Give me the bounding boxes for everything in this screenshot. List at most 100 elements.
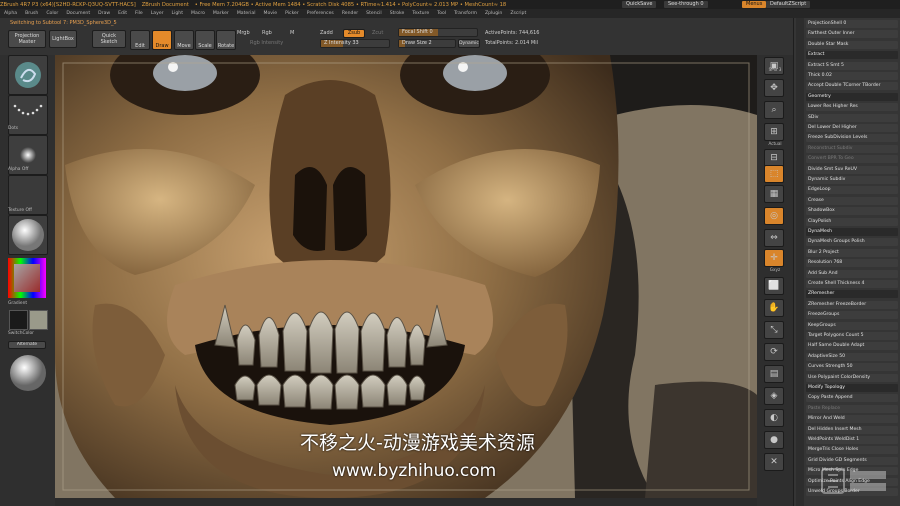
palette-row[interactable]: Convert BPR To Geo	[806, 155, 898, 164]
palette-row[interactable]: Freeze SubDivision Levels	[806, 134, 898, 143]
menu-macro[interactable]: Macro	[191, 11, 205, 16]
palette-row[interactable]: Curves Strength 50	[806, 363, 898, 372]
dynamic-toggle[interactable]: Dynamic	[458, 39, 480, 48]
palette-row[interactable]: ZRemesher FreezeBorder	[806, 300, 898, 309]
see-through-slider[interactable]: See-through 0	[664, 1, 708, 8]
palette-row[interactable]: SDiv	[806, 113, 898, 122]
menu-stroke[interactable]: Stroke	[390, 11, 405, 16]
palette-row[interactable]: Half Same Double Adapt	[806, 342, 898, 351]
palette-row[interactable]: FreezeGroups	[806, 311, 898, 320]
menu-tool[interactable]: Tool	[437, 11, 446, 16]
palette-row[interactable]: Mirror And Weld	[806, 415, 898, 424]
draw-size-slider[interactable]: Draw Size 2	[398, 39, 456, 48]
palette-row[interactable]: Target Polygons Count 5	[806, 332, 898, 340]
actual-button[interactable]: ⊞	[764, 123, 784, 141]
menus-button[interactable]: Menus	[742, 1, 767, 8]
palette-row[interactable]: Reconstruct Subdiv	[806, 144, 898, 153]
menu-render[interactable]: Render	[342, 11, 358, 16]
palette-row[interactable]: Blur 2 Project	[806, 248, 898, 257]
palette-row[interactable]: Extract S Smt 5	[806, 61, 898, 70]
palette-row[interactable]: Crease	[806, 196, 898, 205]
menu-picker[interactable]: Picker	[285, 11, 299, 16]
m-toggle[interactable]: M	[290, 30, 294, 36]
palette-row[interactable]: MergeTris Close Holes	[806, 446, 898, 455]
scale-button[interactable]: Scale	[195, 30, 215, 50]
menu-alpha[interactable]: Alpha	[4, 11, 17, 16]
palette-row[interactable]: Lower Res Higher Res	[806, 103, 898, 112]
menu-layer[interactable]: Layer	[151, 11, 164, 16]
mrgb-toggle[interactable]: Mrgb	[237, 30, 250, 36]
menu-document[interactable]: Document	[66, 11, 90, 16]
palette-row[interactable]: Dynamic Subdiv	[806, 176, 898, 184]
transp-button[interactable]: ◐	[764, 409, 784, 427]
palette-row[interactable]: Farthest Outer Inner	[806, 30, 898, 39]
menu-brush[interactable]: Brush	[25, 11, 38, 16]
focal-shift-slider[interactable]: Focal Shift 0	[398, 28, 478, 37]
menu-file[interactable]: File	[135, 11, 143, 16]
brush-thumbnail[interactable]	[8, 55, 48, 95]
palette-row[interactable]: EdgeLoop	[806, 186, 898, 195]
draw-button[interactable]: Draw	[152, 30, 172, 50]
rotate-view-button[interactable]: ⟳	[764, 343, 784, 361]
linefill-button[interactable]: ▤	[764, 365, 784, 383]
alternate-button[interactable]: Alternate	[8, 341, 46, 349]
material-thumbnail[interactable]	[8, 215, 48, 255]
menu-texture[interactable]: Texture	[412, 11, 429, 16]
move-view-button[interactable]: ✋	[764, 299, 784, 317]
palette-row[interactable]: Resolution 768	[806, 259, 898, 268]
lsym-button[interactable]: ⇔	[764, 229, 784, 247]
polyf-button[interactable]: ◈	[764, 387, 784, 405]
menu-marker[interactable]: Marker	[213, 11, 229, 16]
xpose-button[interactable]: ✕	[764, 453, 784, 471]
menu-material[interactable]: Material	[237, 11, 256, 16]
palette-row[interactable]: Grid Divide GD Segments	[806, 456, 898, 465]
menu-light[interactable]: Light	[172, 11, 183, 16]
palette-row[interactable]: AdaptiveSize 50	[806, 352, 898, 361]
palette-row[interactable]: Modify Topology	[806, 384, 898, 392]
frame-button[interactable]: ⬜	[764, 277, 784, 295]
palette-row[interactable]: Copy Paste Append	[806, 394, 898, 403]
palette-row[interactable]: Paste Replace	[806, 404, 898, 413]
menu-stencil[interactable]: Stencil	[366, 11, 382, 16]
palette-row[interactable]: Thick 0.02	[806, 72, 898, 80]
zadd-toggle[interactable]: Zadd	[320, 30, 333, 36]
zcut-toggle[interactable]: Zcut	[372, 30, 383, 36]
palette-row[interactable]: DynaMesh Groups Polish	[806, 238, 898, 247]
z-intensity-slider[interactable]: Z Intensity 33	[320, 39, 390, 48]
palette-row[interactable]: Extract	[806, 51, 898, 60]
quick-sketch-button[interactable]: Quick Sketch	[92, 30, 126, 48]
palette-row[interactable]: Del Hidden Insert Mesh	[806, 425, 898, 434]
menu-zplugin[interactable]: Zplugin	[485, 11, 502, 16]
rgb-intensity-slider[interactable]: Rgb Intensity	[250, 40, 283, 46]
solo-button[interactable]: ●	[764, 431, 784, 449]
move-button[interactable]: Move	[174, 30, 194, 50]
palette-row[interactable]: Create Shell Thickness 4	[806, 280, 898, 288]
menu-preferences[interactable]: Preferences	[307, 11, 334, 16]
projection-master-button[interactable]: Projection Master	[8, 30, 46, 48]
secondary-color-swatch[interactable]	[29, 310, 48, 330]
palette-row[interactable]: Geometry	[806, 92, 898, 101]
lightbox-button[interactable]: LightBox	[49, 30, 77, 48]
menu-edit[interactable]: Edit	[118, 11, 127, 16]
zsub-toggle[interactable]: Zsub	[343, 29, 365, 38]
quicksave-button[interactable]: QuickSave	[622, 1, 657, 8]
palette-row[interactable]: Add Sub And	[806, 269, 898, 278]
palette-row[interactable]: Del Lower Del Higher	[806, 124, 898, 132]
palette-row[interactable]: ShadowBox	[806, 207, 898, 216]
zoom-button[interactable]: ⌕	[764, 101, 784, 119]
gxyz-button[interactable]: ✛	[764, 249, 784, 267]
floor-button[interactable]: ▦	[764, 185, 784, 203]
palette-row[interactable]: ClayPolish	[806, 217, 898, 226]
palette-row[interactable]: Divide Smt Suv ReUV	[806, 165, 898, 174]
menu-zscript[interactable]: Zscript	[510, 11, 526, 16]
persp-button[interactable]: ⬚	[764, 165, 784, 183]
menu-movie[interactable]: Movie	[263, 11, 277, 16]
palette-row[interactable]: ZRemesher	[806, 290, 898, 299]
default-zscript-button[interactable]: DefaultZScript	[766, 1, 811, 8]
palette-row[interactable]: Accept Double TCorner TBorder	[806, 82, 898, 91]
local-button[interactable]: ◎	[764, 207, 784, 225]
rotate-button[interactable]: Rotate	[216, 30, 236, 50]
palette-row[interactable]: ProjectionShell 0	[806, 20, 898, 28]
palette-row[interactable]: Double Star Mask	[806, 40, 898, 49]
menu-transform[interactable]: Transform	[454, 11, 477, 16]
